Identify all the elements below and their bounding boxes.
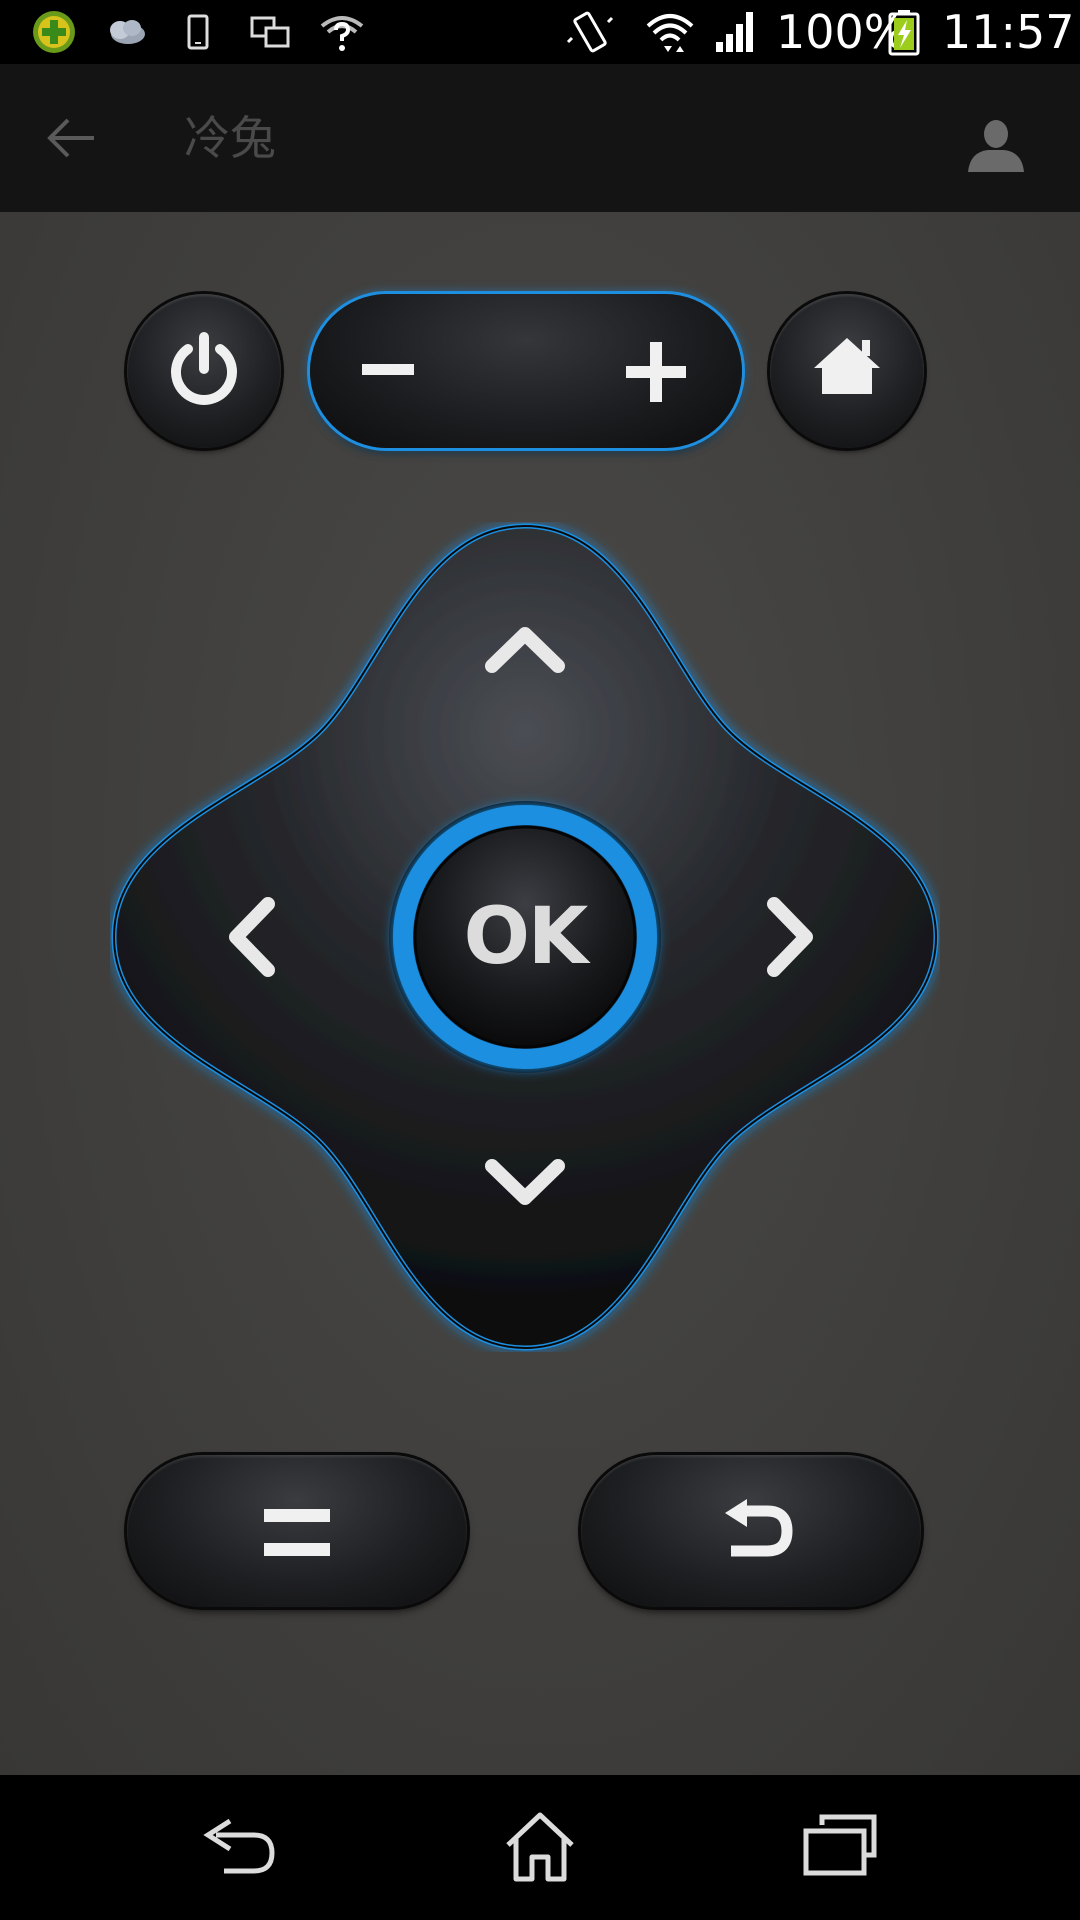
wifi-question-icon bbox=[320, 16, 364, 51]
recents-icon bbox=[803, 1814, 877, 1876]
ok-button[interactable]: OK bbox=[415, 827, 635, 1047]
power-icon bbox=[171, 332, 237, 405]
screen-mirror-icon bbox=[250, 16, 290, 48]
menu-icon bbox=[264, 1509, 330, 1556]
home-icon bbox=[814, 338, 880, 394]
chevron-left-icon bbox=[229, 897, 275, 977]
nav-back-button[interactable] bbox=[180, 1805, 300, 1895]
power-button[interactable] bbox=[127, 294, 281, 448]
phone-outline-icon bbox=[187, 14, 209, 50]
remote-panel: OK bbox=[0, 212, 1080, 1775]
clock: 11:57 bbox=[942, 5, 1075, 59]
dpad-left-button[interactable] bbox=[170, 852, 320, 1022]
vibrate-icon bbox=[566, 11, 614, 53]
home-button[interactable] bbox=[770, 294, 924, 448]
page-title: 冷兔 bbox=[184, 111, 276, 165]
nav-home-button[interactable] bbox=[480, 1805, 600, 1895]
minus-icon bbox=[362, 364, 414, 375]
home-icon bbox=[506, 1812, 574, 1882]
signal-icon bbox=[716, 12, 753, 52]
nav-recents-button[interactable] bbox=[780, 1805, 900, 1895]
dpad-up-button[interactable] bbox=[440, 572, 610, 722]
plus-icon bbox=[626, 342, 686, 402]
volume-control bbox=[310, 294, 742, 448]
person-icon[interactable] bbox=[966, 116, 1026, 176]
chevron-right-icon bbox=[767, 897, 813, 977]
wifi-icon bbox=[646, 14, 694, 52]
status-bar: 100% 11:57 bbox=[0, 0, 1080, 64]
arrow-left-icon[interactable] bbox=[46, 114, 98, 162]
dpad-down-button[interactable] bbox=[440, 1112, 610, 1262]
chevron-down-icon bbox=[485, 1159, 565, 1205]
battery-charging-icon bbox=[888, 10, 920, 56]
return-button[interactable] bbox=[581, 1455, 921, 1607]
cloud-weather-icon bbox=[110, 20, 145, 44]
menu-button[interactable] bbox=[127, 1455, 467, 1607]
navigation-bar bbox=[0, 1775, 1080, 1920]
chevron-up-icon bbox=[485, 627, 565, 673]
app-360-icon bbox=[33, 11, 75, 53]
back-icon bbox=[203, 1818, 275, 1874]
action-bar: 冷兔 bbox=[0, 64, 1080, 212]
return-icon bbox=[725, 1499, 793, 1557]
dpad-right-button[interactable] bbox=[720, 852, 870, 1022]
volume-up-button[interactable] bbox=[526, 294, 742, 448]
volume-down-button[interactable] bbox=[310, 294, 526, 448]
